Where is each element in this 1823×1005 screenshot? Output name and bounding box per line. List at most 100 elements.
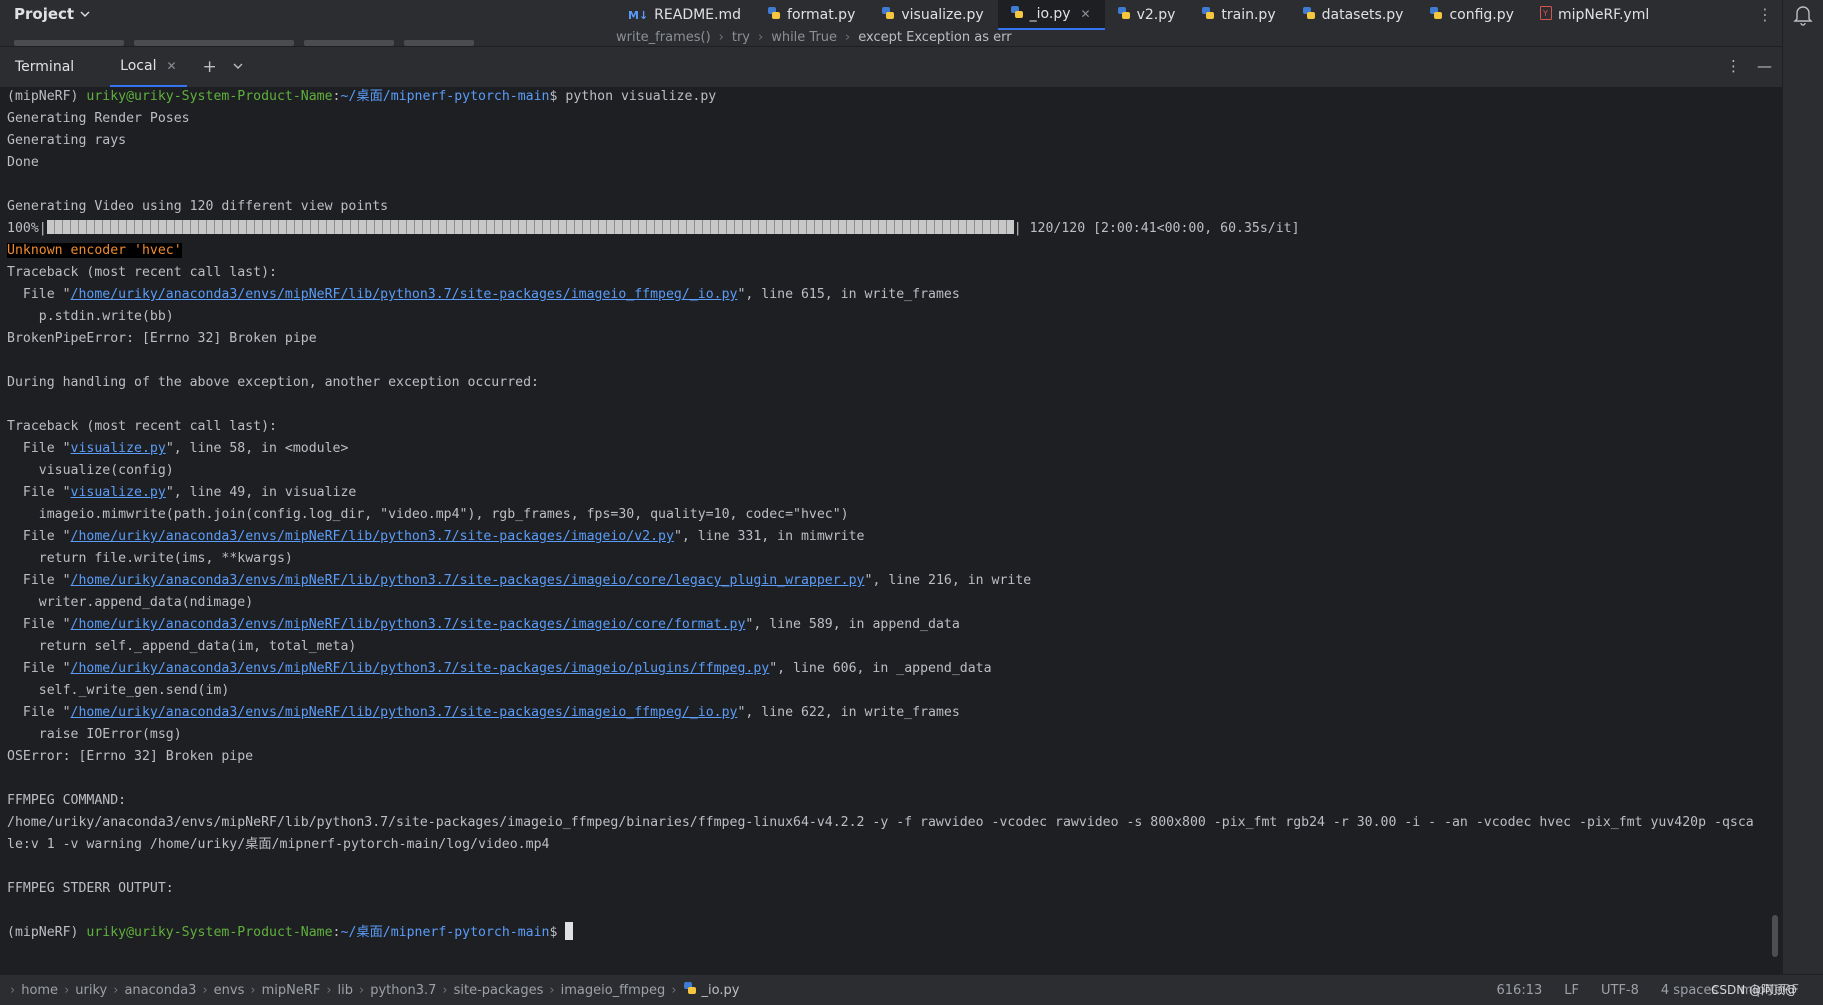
tab-visualize-py[interactable]: visualize.py — [869, 0, 997, 30]
terminal-line: /home/uriky/anaconda3/envs/mipNeRF/lib/p… — [7, 815, 1754, 830]
close-icon[interactable]: ✕ — [166, 59, 176, 73]
tab-mipnerf-yml[interactable]: Y mipNeRF.yml — [1528, 0, 1663, 30]
crumb[interactable]: while True — [771, 30, 837, 45]
terminal-output[interactable]: (mipNeRF) uriky@uriky-System-Product-Nam… — [0, 87, 1782, 974]
file-link[interactable]: /home/uriky/anaconda3/envs/mipNeRF/lib/p… — [71, 661, 770, 676]
tab-label: datasets.py — [1321, 7, 1404, 23]
terminal-tab-local[interactable]: Local ✕ — [110, 47, 187, 87]
tab-label: format.py — [787, 7, 856, 23]
terminal-line: File "visualize.py", line 58, in <module… — [22, 441, 349, 456]
terminal-line: Generating Video using 120 different vie… — [7, 199, 389, 214]
project-dropdown[interactable]: Project — [14, 3, 90, 25]
file-link[interactable]: /home/uriky/anaconda3/envs/mipNeRF/lib/p… — [71, 529, 674, 544]
code-breadcrumb: write_frames() › try › while True › exce… — [616, 28, 1012, 46]
cursor-position[interactable]: 616:13 — [1497, 983, 1543, 998]
path-segment[interactable]: uriky — [75, 983, 107, 998]
path-segment[interactable]: python3.7 — [370, 983, 436, 998]
terminal-line: p.stdin.write(bb) — [38, 309, 174, 324]
python-icon — [1117, 6, 1131, 24]
plus-icon[interactable]: + — [203, 57, 217, 77]
tab-label: visualize.py — [901, 7, 984, 23]
terminal-line: writer.append_data(ndimage) — [38, 595, 254, 610]
path-segment[interactable]: home — [21, 983, 58, 998]
terminal-line: return file.write(ims, **kwargs) — [38, 551, 293, 566]
terminal-line: File "/home/uriky/anaconda3/envs/mipNeRF… — [22, 287, 960, 302]
error-message: Unknown encoder 'hvec' — [7, 243, 182, 258]
watermark: CSDN @阿顶@ — [1710, 983, 1797, 997]
path-segment[interactable]: lib — [338, 983, 353, 998]
file-link[interactable]: /home/uriky/anaconda3/envs/mipNeRF/lib/p… — [71, 617, 746, 632]
terminal-line: (mipNeRF) uriky@uriky-System-Product-Nam… — [7, 89, 717, 104]
terminal-line: Done — [7, 155, 39, 170]
tab-config-py[interactable]: config.py — [1417, 0, 1527, 30]
scrollbar[interactable] — [1772, 915, 1778, 957]
terminal-line: File "/home/uriky/anaconda3/envs/mipNeRF… — [22, 705, 960, 720]
crumb[interactable]: write_frames() — [616, 30, 711, 45]
options-icon[interactable]: ⋮ — [1726, 57, 1741, 75]
file-encoding[interactable]: UTF-8 — [1601, 983, 1639, 998]
terminal-line: File "/home/uriky/anaconda3/envs/mipNeRF… — [22, 529, 865, 544]
right-tool-strip — [1782, 0, 1823, 974]
terminal-line: Unknown encoder 'hvec' — [7, 240, 182, 262]
file-link[interactable]: /home/uriky/anaconda3/envs/mipNeRF/lib/p… — [71, 573, 865, 588]
terminal-line: File "/home/uriky/anaconda3/envs/mipNeRF… — [22, 617, 960, 632]
tab-format-py[interactable]: format.py — [755, 0, 869, 30]
terminal-line: return self._append_data(im, total_meta) — [38, 639, 357, 654]
crumb[interactable]: try — [732, 30, 750, 45]
tab-readme[interactable]: M↓ README.md — [616, 0, 755, 30]
path-segment[interactable]: envs — [214, 983, 245, 998]
terminal-line: Generating rays — [7, 133, 127, 148]
terminal-line: Traceback (most recent call last): — [7, 419, 277, 434]
terminal-line: visualize(config) — [38, 463, 174, 478]
terminal-header: Terminal Local ✕ + ⋮ — — [0, 47, 1782, 87]
editor-tabs: M↓ README.md format.py visualize.py _io.… — [616, 0, 1663, 30]
crumb[interactable]: except Exception as err — [858, 30, 1011, 45]
breadcrumb-separator: › — [718, 29, 724, 45]
path-segment[interactable]: site-packages — [454, 983, 544, 998]
terminal-line: Generating Render Poses — [7, 111, 190, 126]
file-link[interactable]: /home/uriky/anaconda3/envs/mipNeRF/lib/p… — [71, 287, 738, 302]
terminal-line: During handling of the above exception, … — [7, 375, 539, 390]
terminal-prompt-line[interactable]: (mipNeRF) uriky@uriky-System-Product-Nam… — [7, 922, 574, 944]
minimize-icon[interactable]: — — [1757, 57, 1772, 75]
path-file[interactable]: _io.py — [683, 981, 740, 999]
python-icon — [767, 6, 781, 24]
indent-setting[interactable]: 4 spaces — [1661, 983, 1718, 998]
project-label: Project — [14, 5, 75, 23]
path-file-label: _io.py — [701, 982, 740, 998]
close-icon[interactable]: ✕ — [1081, 7, 1091, 21]
tab-v2-py[interactable]: v2.py — [1105, 0, 1190, 30]
terminal-line: self._write_gen.send(im) — [38, 683, 230, 698]
notifications-bell-icon[interactable] — [1793, 4, 1813, 26]
terminal-line: Traceback (most recent call last): — [7, 265, 277, 280]
breadcrumb-separator: › — [326, 982, 332, 998]
path-segment[interactable]: anaconda3 — [124, 983, 196, 998]
text-cursor — [565, 922, 574, 940]
python-icon — [1429, 6, 1443, 24]
tab-datasets-py[interactable]: datasets.py — [1290, 0, 1418, 30]
breadcrumb-separator: › — [671, 982, 677, 998]
status-bar: › home › uriky › anaconda3 › envs › mipN… — [0, 974, 1823, 1005]
file-link[interactable]: /home/uriky/anaconda3/envs/mipNeRF/lib/p… — [71, 705, 738, 720]
path-segment[interactable]: imageio_ffmpeg — [561, 983, 666, 998]
breadcrumb-separator: › — [758, 29, 764, 45]
path-segment[interactable]: mipNeRF — [262, 983, 321, 998]
breadcrumb-separator: › — [250, 982, 256, 998]
tab-train-py[interactable]: train.py — [1189, 0, 1289, 30]
chevron-down-icon[interactable] — [233, 60, 243, 74]
terminal-line: File "visualize.py", line 49, in visuali… — [22, 485, 357, 500]
line-separator[interactable]: LF — [1564, 983, 1579, 998]
python-icon — [1010, 5, 1024, 23]
tab-label: v2.py — [1136, 7, 1176, 23]
more-tabs-icon[interactable]: ⋮ — [1757, 5, 1773, 24]
terminal-line: FFMPEG COMMAND: — [7, 793, 127, 808]
tab-io-py[interactable]: _io.py ✕ — [997, 0, 1105, 30]
file-link[interactable]: visualize.py — [71, 441, 166, 456]
file-link[interactable]: visualize.py — [71, 485, 166, 500]
breadcrumb-separator: › — [10, 982, 16, 998]
breadcrumb-separator: › — [64, 982, 70, 998]
terminal-line: File "/home/uriky/anaconda3/envs/mipNeRF… — [22, 573, 1032, 588]
project-tree-peek — [14, 30, 614, 46]
python-icon — [683, 981, 697, 999]
breadcrumb-separator: › — [359, 982, 365, 998]
